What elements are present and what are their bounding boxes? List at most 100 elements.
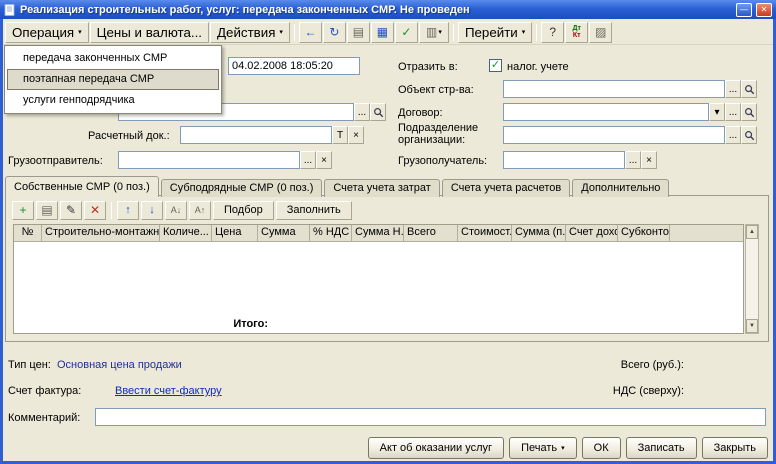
- edit-icon: ✎: [66, 204, 76, 216]
- magnifier-icon: [373, 107, 384, 118]
- column-header-sum-p[interactable]: Сумма (п...: [512, 225, 566, 241]
- contract-ellipsis-button[interactable]: ...: [725, 103, 741, 121]
- scroll-track[interactable]: [746, 239, 758, 319]
- contract-lookup-button[interactable]: [741, 103, 757, 121]
- column-header-price[interactable]: Цена: [212, 225, 258, 241]
- operation-dropdown-menu: передача законченных СМР поэтапная перед…: [4, 45, 222, 114]
- fill-button[interactable]: Заполнить: [276, 201, 352, 220]
- debit-label: Дт: [573, 25, 581, 32]
- column-header-work[interactable]: Строительно-монтажна...: [42, 225, 160, 241]
- add-row-button[interactable]: +: [12, 201, 34, 220]
- edit-row-button[interactable]: ✎: [60, 201, 82, 220]
- consignee-clear-button[interactable]: ×: [641, 151, 657, 169]
- tab-settlement-accounts[interactable]: Счета учета расчетов: [442, 179, 570, 197]
- menu-item-transfer-completed-smr[interactable]: передача законченных СМР: [7, 48, 219, 69]
- tab-additional[interactable]: Дополнительно: [572, 179, 669, 197]
- construction-object-label: Объект стр-ва:: [398, 84, 474, 97]
- column-header-total[interactable]: Всего: [404, 225, 458, 241]
- grid-vertical-scrollbar[interactable]: ▲ ▼: [745, 224, 759, 334]
- settlement-doc-input[interactable]: [180, 126, 332, 144]
- comment-label: Комментарий:: [8, 412, 80, 425]
- reread-button[interactable]: ↻: [323, 22, 346, 43]
- menu-item-general-contractor-services[interactable]: услуги генподрядчика: [7, 90, 219, 111]
- scroll-up-button[interactable]: ▲: [746, 225, 758, 239]
- goto-menu-button[interactable]: Перейти ▾: [458, 22, 532, 43]
- toolbar-separator: [453, 24, 454, 41]
- comment-input[interactable]: [95, 408, 766, 426]
- settlement-doc-clear-button[interactable]: ×: [348, 126, 364, 144]
- caret-down-icon: ▾: [522, 29, 526, 36]
- obscured-field-lookup-button[interactable]: [370, 103, 386, 121]
- construction-object-input[interactable]: [503, 80, 725, 98]
- column-header-subconto[interactable]: Субконто...: [618, 225, 670, 241]
- price-type-value[interactable]: Основная цена продажи: [57, 359, 182, 372]
- settlement-doc-type-button[interactable]: Т: [332, 126, 348, 144]
- sort-desc-button[interactable]: А↑: [189, 201, 211, 220]
- pick-button[interactable]: Подбор: [213, 201, 274, 220]
- consignor-input[interactable]: [118, 151, 300, 169]
- construction-object-ellipsis-button[interactable]: ...: [725, 80, 741, 98]
- grid-body[interactable]: [14, 242, 743, 317]
- consignor-ellipsis-button[interactable]: ...: [300, 151, 316, 169]
- sort-asc-button[interactable]: А↓: [165, 201, 187, 220]
- column-header-income-account[interactable]: Счет дохо...: [566, 225, 618, 241]
- consignor-clear-button[interactable]: ×: [316, 151, 332, 169]
- copy-icon: ▤: [353, 26, 364, 38]
- structure-button[interactable]: ▦: [371, 22, 394, 43]
- dtkt-button[interactable]: ДтКт: [565, 22, 588, 43]
- tax-accounting-checkbox[interactable]: ✓: [489, 59, 502, 72]
- main-toolbar: Операция▾ Цены и валюта... Действия▾ ← ↻…: [3, 20, 773, 45]
- arrow-down-icon: ↓: [149, 205, 155, 216]
- close-button-bottom[interactable]: Закрыть: [702, 437, 768, 459]
- magnifier-icon: [744, 84, 755, 95]
- move-down-button[interactable]: ↓: [141, 201, 163, 220]
- tab-subcontract-smr[interactable]: Субподрядные СМР (0 поз.): [161, 179, 323, 197]
- column-header-quantity[interactable]: Количе...: [160, 225, 212, 241]
- date-input[interactable]: [228, 57, 360, 75]
- ok-button[interactable]: ОК: [582, 437, 621, 459]
- help-button[interactable]: ?: [541, 22, 564, 43]
- close-button[interactable]: ✕: [756, 3, 772, 17]
- minimize-button[interactable]: —: [736, 3, 752, 17]
- contract-combo-button[interactable]: ▾: [709, 103, 725, 121]
- report-button[interactable]: ▨: [589, 22, 612, 43]
- save-button[interactable]: Записать: [626, 437, 697, 459]
- column-header-cost[interactable]: Стоимост...: [458, 225, 512, 241]
- scroll-down-button[interactable]: ▼: [746, 319, 758, 333]
- print-button[interactable]: Печать▾: [509, 437, 577, 459]
- department-lookup-button[interactable]: [741, 126, 757, 144]
- move-up-button[interactable]: ↑: [117, 201, 139, 220]
- contract-input[interactable]: [503, 103, 709, 121]
- menu-item-staged-transfer-smr[interactable]: поэтапная передача СМР: [7, 69, 219, 90]
- movements-button[interactable]: ▥▾: [419, 22, 449, 43]
- column-header-vat-sum[interactable]: Сумма Н...: [352, 225, 404, 241]
- department-input[interactable]: [503, 126, 725, 144]
- magnifier-icon: [744, 107, 755, 118]
- enter-invoice-link[interactable]: Ввести счет-фактуру: [115, 385, 222, 398]
- back-button[interactable]: ←: [299, 22, 322, 43]
- department-ellipsis-button[interactable]: ...: [725, 126, 741, 144]
- goto-label: Перейти: [465, 25, 518, 40]
- column-header-sum[interactable]: Сумма: [258, 225, 310, 241]
- price-type-label: Тип цен:: [8, 359, 51, 372]
- tab-cost-accounts[interactable]: Счета учета затрат: [324, 179, 439, 197]
- operation-menu-button[interactable]: Операция▾: [5, 22, 89, 43]
- tab-own-smr[interactable]: Собственные СМР (0 поз.): [5, 176, 159, 197]
- caret-down-icon: ▾: [279, 29, 283, 36]
- obscured-field-ellipsis-button[interactable]: ...: [354, 103, 370, 121]
- post-button[interactable]: ✓: [395, 22, 418, 43]
- print-label: Печать: [521, 442, 557, 454]
- column-header-vat-percent[interactable]: % НДС: [310, 225, 352, 241]
- consignee-ellipsis-button[interactable]: ...: [625, 151, 641, 169]
- consignee-input[interactable]: [503, 151, 625, 169]
- copy-button[interactable]: ▤: [347, 22, 370, 43]
- delete-row-button[interactable]: ✕: [84, 201, 106, 220]
- caret-down-icon: ▾: [438, 29, 442, 36]
- act-button[interactable]: Акт об оказании услуг: [368, 437, 504, 459]
- construction-object-lookup-button[interactable]: [741, 80, 757, 98]
- prices-currency-button[interactable]: Цены и валюта...: [90, 22, 209, 43]
- actions-menu-button[interactable]: Действия▾: [210, 22, 290, 43]
- titlebar[interactable]: Реализация строительных работ, услуг: пе…: [0, 0, 776, 19]
- copy-row-button[interactable]: ▤: [36, 201, 58, 220]
- column-header-number[interactable]: №: [14, 225, 42, 241]
